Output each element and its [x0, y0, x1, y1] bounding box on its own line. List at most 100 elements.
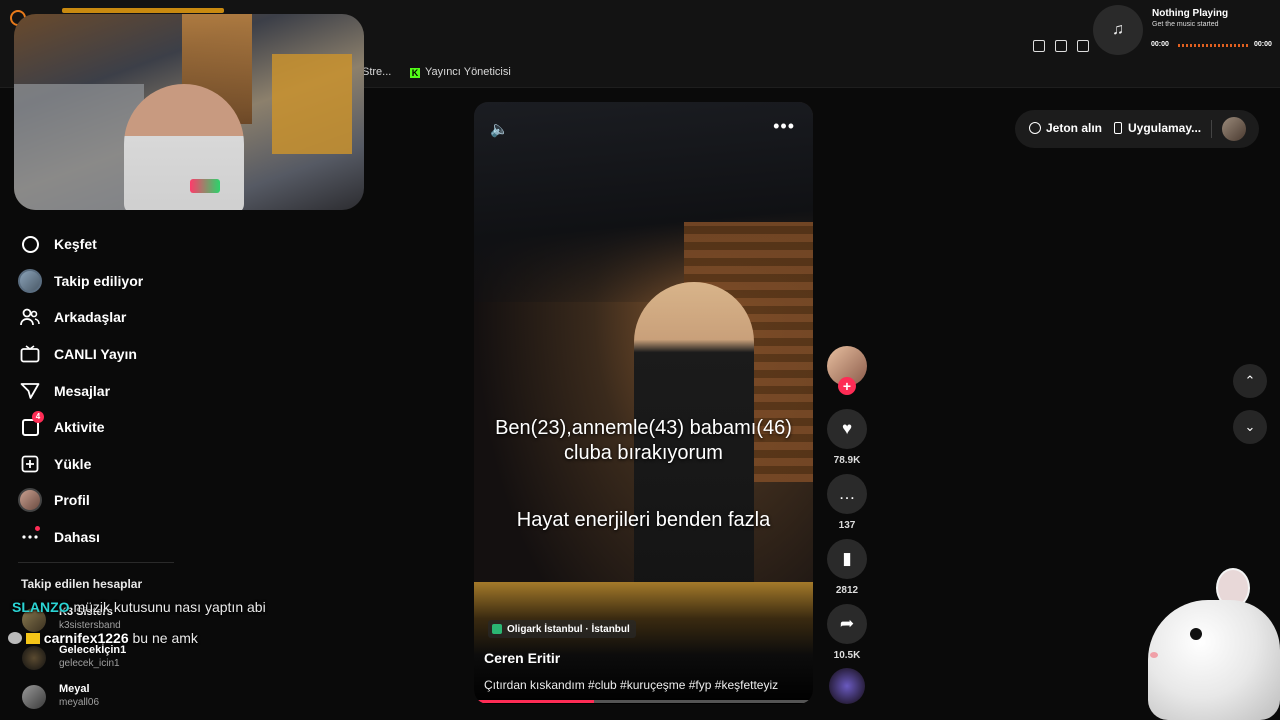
- sidebar-item-kesfet[interactable]: Keşfet: [18, 226, 318, 263]
- loading-bar: [62, 8, 224, 13]
- get-app-button[interactable]: Uygulamay...: [1114, 121, 1201, 135]
- video-progress-fill: [478, 700, 594, 703]
- video-caption-line1: Ben(23),annemle(43) babamı(46): [495, 417, 792, 439]
- like-count: 78.9K: [833, 455, 861, 466]
- video-description: Çıtırdan kıskandım #club #kuruçeşme #fyp…: [484, 678, 779, 692]
- account-handle: meyall06: [59, 697, 100, 708]
- more-notification-dot: [35, 526, 40, 532]
- share-button[interactable]: ➦: [827, 604, 867, 644]
- upload-icon: [18, 452, 42, 476]
- following-avatar: [18, 268, 42, 293]
- kick-icon: K: [410, 68, 420, 78]
- webcam-person: [124, 84, 244, 210]
- sidebar-item-label: Keşfet: [54, 236, 97, 253]
- account-avatar: [22, 646, 46, 670]
- profile-avatar: [18, 488, 42, 513]
- share-count: 10.5K: [833, 650, 861, 661]
- sidebar-item-live[interactable]: CANLI Yayın: [18, 336, 318, 373]
- activity-badge: 4: [32, 411, 44, 424]
- heart-icon: ♥: [841, 419, 853, 438]
- sidebar-item-upload[interactable]: Yükle: [18, 446, 318, 483]
- chat-text: bu ne amk: [132, 630, 198, 646]
- sidebar-item-label: Aktivite: [54, 419, 105, 436]
- webcam-led-light: [190, 179, 220, 193]
- friends-icon: [18, 305, 42, 329]
- webcam-overlay: [14, 14, 364, 210]
- mute-icon[interactable]: 🔈: [490, 120, 509, 138]
- account-avatar: [22, 685, 46, 709]
- get-coins-button[interactable]: Jeton alın: [1029, 121, 1102, 135]
- header-actions: Jeton alın Uygulamay...: [1015, 110, 1259, 148]
- sidebar-item-friends[interactable]: Arkadaşlar: [18, 299, 318, 336]
- extension-icon[interactable]: [1077, 40, 1089, 52]
- music-title: Nothing Playing: [1152, 8, 1229, 19]
- get-coins-label: Jeton alın: [1046, 121, 1103, 135]
- chat-message: SLANZO müzik kutusunu nası yaptın abi: [12, 599, 266, 615]
- sidebar-item-label: CANLI Yayın: [54, 346, 137, 363]
- user-avatar[interactable]: [1222, 117, 1246, 141]
- rat-overlay: [1120, 560, 1280, 720]
- sidebar-nav: Keşfet Takip ediliyor Arkadaşlar CANLI Y…: [18, 226, 318, 555]
- previous-video-button[interactable]: ⌃: [1233, 364, 1267, 398]
- save-button[interactable]: ▮: [827, 539, 867, 579]
- comment-button[interactable]: …: [827, 474, 867, 514]
- next-video-button[interactable]: ⌄: [1233, 410, 1267, 444]
- sidebar-item-label: Profil: [54, 492, 90, 509]
- sidebar-item-label: Dahası: [54, 529, 100, 546]
- video-caption-line2: cluba bırakıyorum: [564, 442, 723, 464]
- bookmark-kick-label: Yayıncı Yöneticisi: [425, 66, 511, 78]
- sidebar-item-label: Mesajlar: [54, 382, 111, 399]
- music-disc-icon[interactable]: [829, 668, 865, 704]
- music-time-start: 00:00: [1151, 41, 1169, 48]
- account-handle: gelecek_icin1: [59, 658, 120, 669]
- followed-account[interactable]: Gelecekİçin1 gelecek_icin1: [22, 644, 222, 674]
- sidebar-item-activity[interactable]: 4 Aktivite: [18, 409, 318, 446]
- sidebar-item-profile[interactable]: Profil: [18, 482, 318, 519]
- video-progress-bar[interactable]: [478, 700, 809, 703]
- sidebar-item-following[interactable]: Takip ediliyor: [18, 263, 318, 300]
- pin-icon[interactable]: [1033, 40, 1045, 52]
- chat-text: müzik kutusunu nası yaptın abi: [73, 599, 266, 615]
- rat-body: [1148, 600, 1280, 720]
- location-icon: [492, 624, 502, 634]
- share-icon: ➦: [839, 614, 855, 633]
- phone-icon: [1114, 122, 1122, 134]
- activity-icon: 4: [18, 411, 44, 439]
- video-caption-line3: Hayat enerjileri benden fazla: [516, 509, 771, 531]
- crown-badge-icon: [25, 633, 40, 644]
- following-accounts-heading: Takip edilen hesaplar: [21, 577, 143, 591]
- save-count: 2812: [835, 585, 859, 596]
- sidebar-item-more[interactable]: Dahası: [18, 519, 318, 556]
- sidebar-item-label: Yükle: [54, 455, 92, 472]
- chat-badge-icon: [8, 632, 22, 644]
- location-tag[interactable]: Oligark İstanbul · İstanbul: [488, 620, 636, 638]
- chat-username: carnifex1226: [43, 630, 129, 646]
- music-widget-button[interactable]: ♫: [1093, 5, 1143, 55]
- video-author[interactable]: Ceren Eritir: [484, 650, 560, 666]
- bookmark-stream[interactable]: Stre...: [362, 66, 391, 78]
- sidebar-item-label: Arkadaşlar: [54, 309, 127, 326]
- music-progress[interactable]: [1178, 44, 1248, 47]
- coin-icon: [1029, 122, 1041, 134]
- screenshot-icon[interactable]: [1055, 40, 1067, 52]
- follow-plus-button[interactable]: +: [838, 377, 856, 395]
- more-options-icon[interactable]: •••: [773, 116, 795, 137]
- chat-username: SLANZO: [12, 599, 70, 615]
- get-app-label: Uygulamay...: [1128, 121, 1202, 135]
- bookmark-kick[interactable]: K Yayıncı Yöneticisi: [410, 66, 511, 78]
- send-icon: [18, 379, 42, 403]
- like-button[interactable]: ♥: [827, 409, 867, 449]
- chevron-down-icon: ⌄: [1244, 419, 1256, 434]
- music-note-icon: ♫: [1112, 21, 1124, 38]
- live-tv-icon: [18, 342, 42, 366]
- sidebar-divider: [18, 562, 174, 563]
- bookmark-icon: ▮: [842, 549, 852, 568]
- sidebar-item-messages[interactable]: Mesajlar: [18, 372, 318, 409]
- location-label: Oligark İstanbul · İstanbul: [507, 623, 630, 635]
- music-subtitle: Get the music started: [1152, 21, 1219, 28]
- followed-account[interactable]: Meyal meyall06: [22, 683, 222, 713]
- rat-nose: [1150, 652, 1158, 658]
- video-player[interactable]: 🔈 ••• Ben(23),annemle(43) babamı(46) clu…: [474, 102, 813, 704]
- chevron-up-icon: ⌃: [1244, 373, 1256, 388]
- music-time-end: 00:00: [1254, 41, 1272, 48]
